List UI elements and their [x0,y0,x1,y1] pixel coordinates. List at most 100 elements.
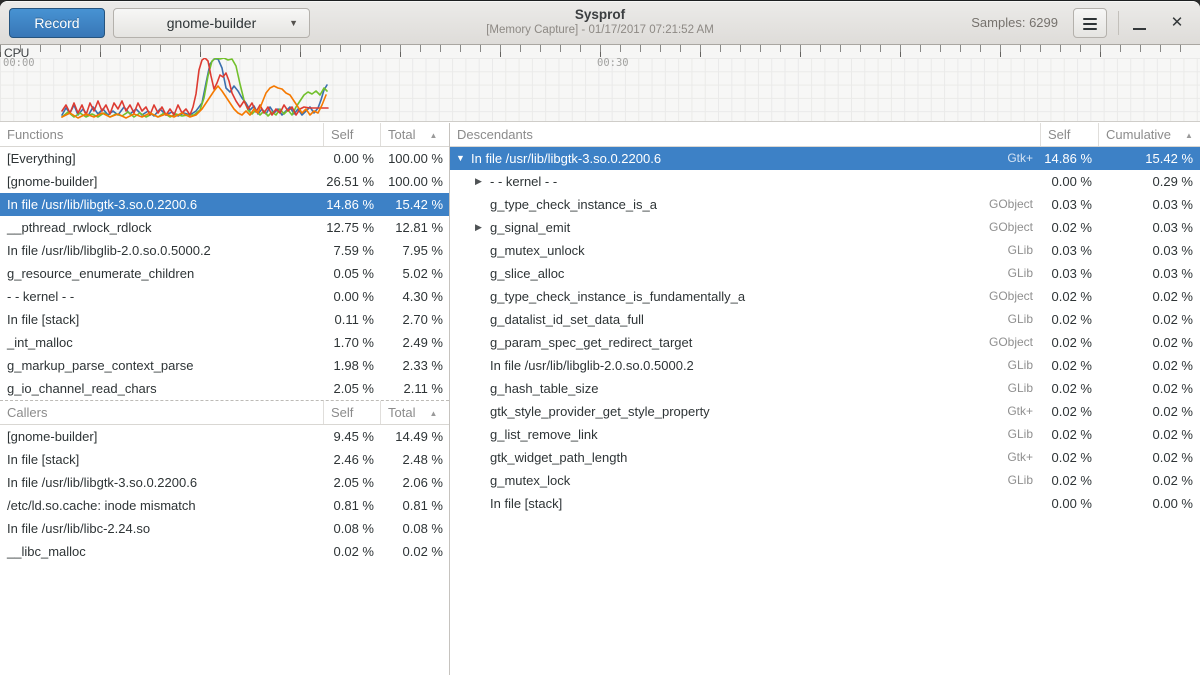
expander-spacer [475,239,490,262]
table-row[interactable]: - - kernel - -0.00 %4.30 % [0,285,449,308]
tree-row[interactable]: g_param_spec_get_redirect_targetGObject0… [450,331,1200,354]
expander-closed-icon[interactable]: ▶ [475,216,490,239]
minimize-button[interactable] [1125,9,1153,37]
descendants-self-column-header[interactable]: Self [1040,123,1098,146]
library-badge: GLib [1008,308,1040,331]
descendants-header: Descendants Self Cumulative▲ [450,123,1200,147]
main-content: Functions Self Total▲ [Everything]0.00 %… [0,123,1200,675]
titlebar-separator [1118,11,1119,35]
self-value: 0.08 % [323,517,380,540]
total-value: 2.11 % [380,377,449,400]
capture-subtitle: [Memory Capture] - 01/17/2017 07:21:52 A… [330,24,870,36]
samples-count: Samples: 6299 [971,1,1058,45]
total-value: 7.95 % [380,239,449,262]
callers-self-column-header[interactable]: Self [323,401,380,424]
table-row[interactable]: [gnome-builder]26.51 %100.00 % [0,170,449,193]
tree-row[interactable]: gtk_widget_path_lengthGtk+0.02 %0.02 % [450,446,1200,469]
table-row[interactable]: In file /usr/lib/libgtk-3.so.0.2200.62.0… [0,471,449,494]
function-name: __pthread_rwlock_rdlock [0,216,323,239]
left-pane: Functions Self Total▲ [Everything]0.00 %… [0,123,449,675]
tree-row[interactable]: g_list_remove_linkGLib0.02 %0.02 % [450,423,1200,446]
tree-row[interactable]: g_mutex_unlockGLib0.03 %0.03 % [450,239,1200,262]
process-selector-dropdown[interactable]: gnome-builder ▼ [113,8,310,38]
expander-open-icon[interactable]: ▼ [456,147,471,170]
expander-closed-icon[interactable]: ▶ [475,170,490,193]
descendants-tree: ▼In file /usr/lib/libgtk-3.so.0.2200.6Gt… [450,147,1200,515]
functions-header: Functions Self Total▲ [0,123,449,147]
expander-spacer [475,423,490,446]
descendant-name-cell: ▼In file /usr/lib/libgtk-3.so.0.2200.6Gt… [450,147,1040,170]
table-row[interactable]: __libc_malloc0.02 %0.02 % [0,540,449,563]
tree-row[interactable]: gtk_style_provider_get_style_propertyGtk… [450,400,1200,423]
function-name: [gnome-builder] [0,170,323,193]
total-value: 5.02 % [380,262,449,285]
table-row[interactable]: In file [stack]0.11 %2.70 % [0,308,449,331]
sort-ascending-icon: ▲ [429,409,437,418]
callers-total-column-header[interactable]: Total▲ [380,401,449,424]
self-value: 14.86 % [323,193,380,216]
callers-column-header[interactable]: Callers [0,401,323,424]
tree-row[interactable]: ▼In file /usr/lib/libgtk-3.so.0.2200.6Gt… [450,147,1200,170]
table-row[interactable]: __pthread_rwlock_rdlock12.75 %12.81 % [0,216,449,239]
cumulative-value: 0.02 % [1098,308,1200,331]
total-value: 0.08 % [380,517,449,540]
functions-self-column-header[interactable]: Self [323,123,380,146]
tree-row[interactable]: In file /usr/lib/libglib-2.0.so.0.5000.2… [450,354,1200,377]
time-label-mid: 00:30 [597,57,629,69]
descendant-name: gtk_style_provider_get_style_property [490,400,710,423]
close-button[interactable]: ✕ [1163,9,1191,37]
descendant-name: g_datalist_id_set_data_full [490,308,644,331]
tree-indent [450,377,475,400]
table-row[interactable]: [Everything]0.00 %100.00 % [0,147,449,170]
table-row[interactable]: [gnome-builder]9.45 %14.49 % [0,425,449,448]
tree-row[interactable]: ▶g_signal_emitGObject0.02 %0.03 % [450,216,1200,239]
callers-list: [gnome-builder]9.45 %14.49 %In file [sta… [0,425,449,563]
expander-spacer [475,308,490,331]
self-value: 7.59 % [323,239,380,262]
record-button[interactable]: Record [9,8,105,38]
self-value: 0.02 % [1040,377,1098,400]
self-value: 0.02 % [1040,308,1098,331]
table-row[interactable]: /etc/ld.so.cache: inode mismatch0.81 %0.… [0,494,449,517]
table-row[interactable]: _int_malloc1.70 %2.49 % [0,331,449,354]
tree-row[interactable]: g_slice_allocGLib0.03 %0.03 % [450,262,1200,285]
tree-row[interactable]: In file [stack]0.00 %0.00 % [450,492,1200,515]
self-value: 26.51 % [323,170,380,193]
tree-row[interactable]: g_type_check_instance_is_aGObject0.03 %0… [450,193,1200,216]
table-row[interactable]: g_io_channel_read_chars2.05 %2.11 % [0,377,449,400]
menu-button[interactable] [1073,8,1107,38]
tree-indent [450,239,475,262]
tree-indent [450,446,475,469]
function-name: In file /usr/lib/libc-2.24.so [0,517,323,540]
table-row[interactable]: In file [stack]2.46 %2.48 % [0,448,449,471]
tree-indent [450,262,475,285]
self-value: 0.02 % [1040,354,1098,377]
time-label-start: 00:00 [3,57,35,69]
tree-row[interactable]: ▶- - kernel - -0.00 %0.29 % [450,170,1200,193]
table-row[interactable]: In file /usr/lib/libglib-2.0.so.0.5000.2… [0,239,449,262]
table-row[interactable]: g_markup_parse_context_parse1.98 %2.33 % [0,354,449,377]
self-value: 0.11 % [323,308,380,331]
self-value: 12.75 % [323,216,380,239]
descendant-name: g_slice_alloc [490,262,564,285]
self-value: 0.02 % [1040,446,1098,469]
tree-row[interactable]: g_mutex_lockGLib0.02 %0.02 % [450,469,1200,492]
process-selector-label: gnome-builder [167,15,257,31]
tree-row[interactable]: g_type_check_instance_is_fundamentally_a… [450,285,1200,308]
tree-row[interactable]: g_datalist_id_set_data_fullGLib0.02 %0.0… [450,308,1200,331]
descendants-cumulative-column-header[interactable]: Cumulative▲ [1098,123,1200,146]
functions-total-column-header[interactable]: Total▲ [380,123,449,146]
table-row[interactable]: In file /usr/lib/libgtk-3.so.0.2200.614.… [0,193,449,216]
self-value: 0.03 % [1040,262,1098,285]
functions-column-header[interactable]: Functions [0,123,323,146]
tree-row[interactable]: g_hash_table_sizeGLib0.02 %0.02 % [450,377,1200,400]
descendant-name-cell: ▶g_signal_emitGObject [450,216,1040,239]
descendants-column-header[interactable]: Descendants [450,123,1040,146]
tree-indent [450,469,475,492]
sort-ascending-icon: ▲ [429,131,437,140]
total-value: 100.00 % [380,170,449,193]
table-row[interactable]: g_resource_enumerate_children0.05 %5.02 … [0,262,449,285]
ruler-minor-ticks [0,45,1200,52]
table-row[interactable]: In file /usr/lib/libc-2.24.so0.08 %0.08 … [0,517,449,540]
total-value: 0.81 % [380,494,449,517]
